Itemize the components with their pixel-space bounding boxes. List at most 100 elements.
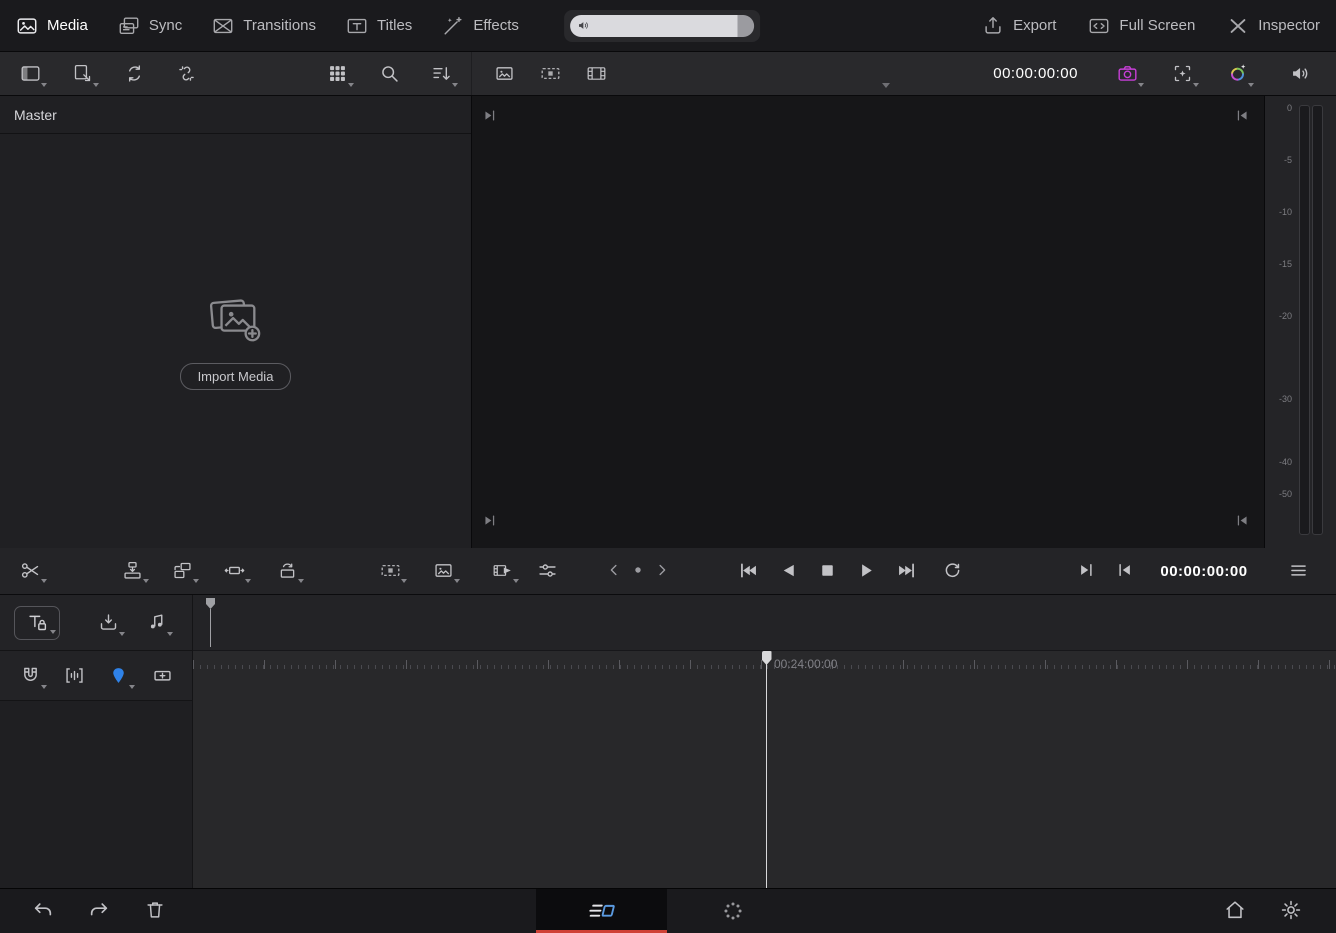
volume-slider[interactable] xyxy=(570,15,754,37)
source-overwrite-button[interactable] xyxy=(162,552,202,588)
filmstrip-view-button[interactable] xyxy=(576,56,616,92)
timeline-playhead[interactable] xyxy=(766,651,767,888)
step-back-button[interactable] xyxy=(601,552,627,588)
meter-scale-label: -15 xyxy=(1265,259,1292,269)
inspector-icon xyxy=(1227,15,1249,37)
jump-back-icon[interactable] xyxy=(1235,513,1250,528)
marker-button[interactable] xyxy=(98,658,138,694)
ripple-overwrite-button[interactable] xyxy=(214,552,254,588)
goto-last-icon xyxy=(896,560,917,581)
gear-icon xyxy=(1280,899,1302,921)
split-clip-button[interactable] xyxy=(10,552,50,588)
overview-playhead[interactable] xyxy=(206,598,215,647)
redo-button[interactable] xyxy=(79,892,119,928)
audio-monitor-button[interactable] xyxy=(1280,56,1320,92)
jump-forward-button[interactable] xyxy=(1066,552,1106,588)
insert-audio-icon xyxy=(146,612,167,633)
tab-effects[interactable]: Effects xyxy=(442,15,519,37)
undo-button[interactable] xyxy=(23,892,63,928)
relink-button[interactable] xyxy=(166,56,206,92)
export-button[interactable]: Export xyxy=(982,15,1056,37)
resync-button[interactable] xyxy=(114,56,154,92)
snapping-magnet-button[interactable] xyxy=(10,658,50,694)
record-button[interactable] xyxy=(625,552,651,588)
cut-page-icon xyxy=(587,898,617,924)
dual-view-button[interactable] xyxy=(370,552,410,588)
marker-icon xyxy=(108,665,129,686)
thumbnail-view-icon xyxy=(494,63,515,84)
import-media-cta-button[interactable]: Import Media xyxy=(180,363,292,390)
timeline-tools-row-1 xyxy=(0,595,192,651)
viewer-options-dropdown[interactable] xyxy=(882,83,890,88)
grid-view-icon xyxy=(327,63,348,84)
inspector-button[interactable]: Inspector xyxy=(1227,15,1320,37)
play-reverse-button[interactable] xyxy=(768,552,808,588)
settings-button[interactable] xyxy=(1271,892,1311,928)
inset-view-button[interactable] xyxy=(423,552,463,588)
loop-button[interactable] xyxy=(932,552,972,588)
insert-clip-icon xyxy=(98,612,119,633)
track-tools-icon xyxy=(27,612,48,633)
meter-scale-label: -40 xyxy=(1265,457,1292,467)
insert-clip-button[interactable] xyxy=(88,605,128,641)
resync-icon xyxy=(124,63,145,84)
track-tools-button[interactable] xyxy=(14,606,60,640)
strip-view-button[interactable] xyxy=(530,56,570,92)
goto-first-frame-button[interactable] xyxy=(728,552,768,588)
source-timecode: 00:00:00:00 xyxy=(993,65,1078,82)
page-color-button[interactable] xyxy=(667,889,798,933)
volume-slider-wrap xyxy=(564,10,760,42)
tab-transitions[interactable]: Transitions xyxy=(212,15,316,37)
jump-forward-icon[interactable] xyxy=(482,108,497,123)
color-boost-button[interactable] xyxy=(1217,56,1257,92)
delete-button[interactable] xyxy=(135,892,175,928)
transitions-icon xyxy=(212,15,234,37)
meter-scale-label: -10 xyxy=(1265,207,1292,217)
insert-audio-button[interactable] xyxy=(136,605,176,641)
panel-toggle-button[interactable] xyxy=(10,56,50,92)
redo-icon xyxy=(88,899,110,921)
audio-meters: 0 -5 -10 -15 -20 -30 -40 -50 xyxy=(1264,96,1336,548)
tab-transitions-label: Transitions xyxy=(243,17,316,34)
import-media-button[interactable] xyxy=(62,56,102,92)
camera-button[interactable] xyxy=(1107,56,1147,92)
page-cut-button[interactable] xyxy=(536,889,667,933)
timeline-overview-strip[interactable] xyxy=(193,595,1336,651)
jump-forward-icon[interactable] xyxy=(482,513,497,528)
fast-review-button[interactable] xyxy=(482,552,522,588)
stop-button[interactable] xyxy=(807,552,847,588)
timeline-tracks[interactable] xyxy=(193,669,1336,888)
search-button[interactable] xyxy=(369,56,409,92)
overview-playhead-head xyxy=(206,598,215,609)
place-on-top-button[interactable] xyxy=(112,552,152,588)
play-button[interactable] xyxy=(846,552,886,588)
jump-back-icon[interactable] xyxy=(1235,108,1250,123)
media-pool-header: Master xyxy=(0,96,471,134)
transport-bar: 00:00:00:00 xyxy=(0,548,1336,595)
strip-view-icon xyxy=(540,63,561,84)
export-icon xyxy=(982,15,1004,37)
panel-toggle-icon xyxy=(20,63,41,84)
audio-trim-button[interactable] xyxy=(54,658,94,694)
stabilize-button[interactable] xyxy=(1162,56,1202,92)
thumbnail-view-button[interactable] xyxy=(484,56,524,92)
timeline-options-menu-button[interactable] xyxy=(1278,552,1318,588)
home-button[interactable] xyxy=(1215,892,1255,928)
grid-view-button[interactable] xyxy=(317,56,357,92)
tools-button[interactable] xyxy=(527,552,567,588)
menu-icon xyxy=(1288,560,1309,581)
add-marker-button[interactable] xyxy=(142,658,182,694)
speaker-icon xyxy=(577,19,590,32)
replace-clip-button[interactable] xyxy=(267,552,307,588)
audio-meter-left xyxy=(1299,105,1310,535)
step-forward-button[interactable] xyxy=(649,552,675,588)
sort-button[interactable] xyxy=(421,56,461,92)
fast-review-icon xyxy=(492,560,513,581)
tab-sync[interactable]: Sync xyxy=(118,15,182,37)
tab-titles[interactable]: Titles xyxy=(346,15,412,37)
fullscreen-button[interactable]: Full Screen xyxy=(1088,15,1195,37)
tab-media[interactable]: Media xyxy=(16,15,88,37)
goto-last-frame-button[interactable] xyxy=(886,552,926,588)
timeline: 00:24:00:00 xyxy=(0,595,1336,888)
jump-back-button[interactable] xyxy=(1105,552,1145,588)
